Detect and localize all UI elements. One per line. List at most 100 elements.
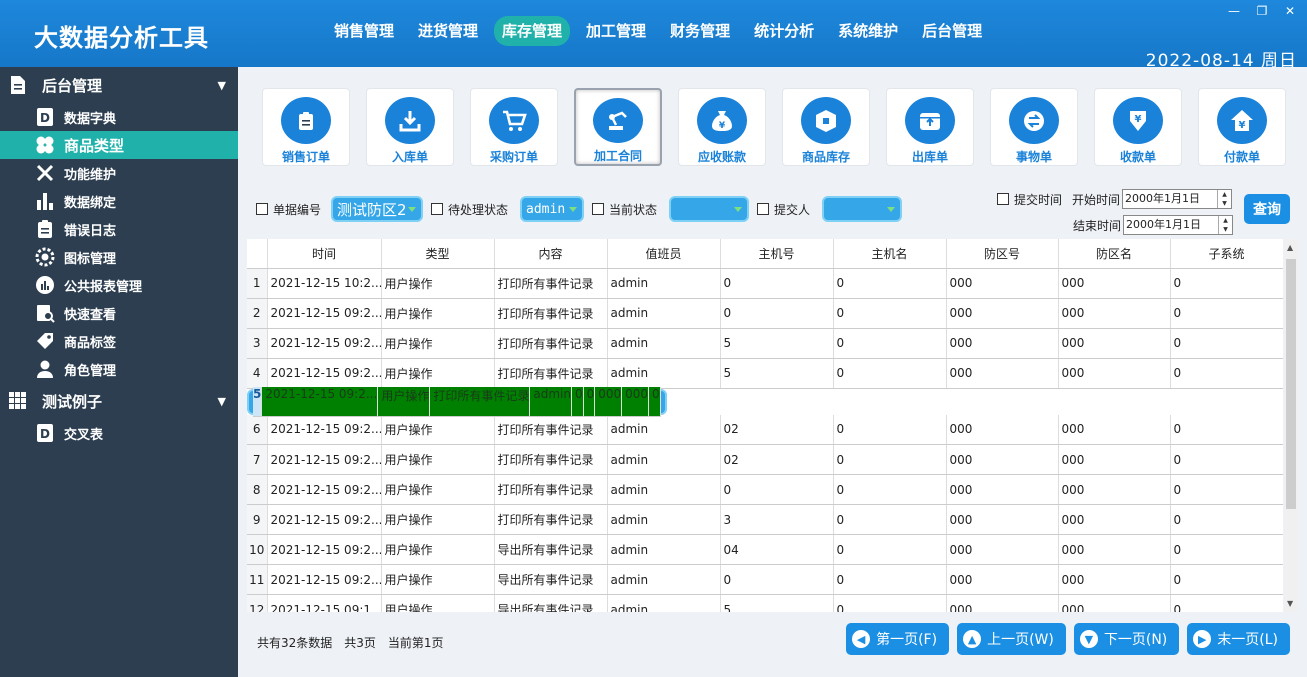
table-row[interactable]: 5 2021-12-15 09:2... 用户操作 打印所有事件记录 admin 0 0 00… (247, 386, 667, 417)
toolbar-button[interactable]: 销售订单 (262, 88, 350, 166)
tab-4[interactable]: 财务管理 (662, 16, 738, 46)
table-cell: 2021-12-15 09:2... (267, 504, 382, 535)
column-header[interactable]: 防区号 (946, 239, 1059, 269)
first-page-button[interactable]: ◀ 第一页(F) (846, 623, 950, 655)
tab-0[interactable]: 销售管理 (326, 16, 402, 46)
column-header[interactable]: 内容 (494, 239, 608, 269)
report-icon (34, 274, 56, 296)
spinner-icon[interactable]: ▲ ▼ (1217, 190, 1231, 208)
toolbar-button[interactable]: 采购订单 (470, 88, 558, 166)
table-row[interactable]: 10 2021-12-15 09:2... 用户操作 导出所有事件记录 admin 04 0… (247, 534, 1283, 565)
sidebar-item[interactable]: 公共报表管理 (0, 271, 238, 299)
toolbar-button[interactable]: ¥ 付款单 (1198, 88, 1286, 166)
restore-icon[interactable]: ❐ (1255, 4, 1269, 18)
last-page-button[interactable]: ▶ 末一页(L) (1187, 623, 1290, 655)
current-status-checkbox[interactable]: 当前状态 (592, 201, 657, 218)
toolbar-button[interactable]: 商品库存 (782, 88, 870, 166)
column-header[interactable]: 主机号 (720, 239, 834, 269)
doc-no-select[interactable]: 测试防区2 (331, 196, 424, 222)
quick-view-icon (34, 302, 56, 324)
tools-icon (34, 162, 56, 184)
scroll-down-icon[interactable]: ▼ (1287, 599, 1293, 608)
column-header[interactable]: 主机名 (833, 239, 947, 269)
caret-down-icon[interactable]: ▼ (218, 79, 226, 92)
sidebar-group[interactable]: 后台管理 ▼ (0, 67, 238, 103)
next-page-button[interactable]: ▼ 下一页(N) (1073, 623, 1180, 655)
table-cell: 0 (1170, 594, 1283, 612)
table-row[interactable]: 12 2021-12-15 09:1... 用户操作 导出所有事件记录 admin 5 0 0… (247, 594, 1283, 612)
submitter-select[interactable] (822, 196, 903, 222)
table-row[interactable]: 8 2021-12-15 09:2... 用户操作 打印所有事件记录 admin 0 0 00… (247, 474, 1283, 505)
tab-2[interactable]: 库存管理 (494, 16, 571, 46)
pending-checkbox[interactable]: 待处理状态 (431, 201, 508, 218)
submit-time-checkbox[interactable]: 提交时间 (997, 191, 1062, 208)
doc-no-checkbox[interactable]: 单据编号 (256, 201, 321, 218)
table-row[interactable]: 9 2021-12-15 09:2... 用户操作 打印所有事件记录 admin 3 0 00… (247, 504, 1283, 535)
toolbar-button[interactable]: 加工合同 (574, 88, 662, 166)
table-cell: 5 (720, 328, 834, 359)
vertical-scrollbar[interactable]: ▲ ▼ (1284, 239, 1298, 612)
sidebar-item[interactable]: 快速查看 (0, 299, 238, 327)
chevron-down-icon (887, 207, 896, 212)
toolbar-button-label: 采购订单 (489, 150, 538, 164)
table-row[interactable]: 1 2021-12-15 10:2... 用户操作 打印所有事件记录 admin 0 0 00… (247, 268, 1283, 299)
dictionary-icon: D (34, 106, 56, 128)
minimize-icon[interactable]: — (1227, 4, 1241, 18)
sidebar-group[interactable]: 测试例子 ▼ (0, 383, 238, 419)
tab-6[interactable]: 系统维护 (830, 16, 906, 46)
table-row[interactable]: 3 2021-12-15 09:2... 用户操作 打印所有事件记录 admin 5 0 00… (247, 328, 1283, 359)
table-row[interactable]: 11 2021-12-15 09:2... 用户操作 导出所有事件记录 admin 0 0 0… (247, 564, 1283, 595)
doc-no-value: 测试防区2 (337, 200, 407, 219)
column-header[interactable]: 防区名 (1058, 239, 1171, 269)
scroll-up-icon[interactable]: ▲ (1287, 243, 1293, 252)
prev-page-button[interactable]: ▲ 上一页(W) (957, 623, 1066, 655)
toolbar-button[interactable]: ¥ 应收账款 (678, 88, 766, 166)
sidebar-item[interactable]: D 交叉表 (0, 419, 238, 447)
current-status-select[interactable] (669, 196, 750, 222)
end-date-picker[interactable]: 2000年1月1日 ▲ ▼ (1123, 215, 1234, 235)
table-cell: 0 (1170, 298, 1283, 329)
toolbar-button[interactable]: ¥ 收款单 (1094, 88, 1182, 166)
table-cell: 0 (833, 594, 947, 612)
submit-time-label: 提交时间 (1014, 192, 1063, 207)
table-cell: 打印所有事件记录 (494, 328, 608, 359)
sidebar-item[interactable]: 错误日志 (0, 215, 238, 243)
column-header[interactable]: 类型 (381, 239, 495, 269)
tab-1[interactable]: 进货管理 (410, 16, 486, 46)
toolbar-button[interactable]: 出库单 (886, 88, 974, 166)
clipboard-icon (281, 97, 331, 144)
sidebar-item[interactable]: 商品类型 (0, 131, 238, 159)
sidebar-item[interactable]: 角色管理 (0, 355, 238, 383)
column-header[interactable] (247, 239, 268, 269)
caret-down-icon[interactable]: ▼ (218, 395, 226, 408)
table-row[interactable]: 6 2021-12-15 09:2... 用户操作 打印所有事件记录 admin 02 0 0… (247, 414, 1283, 445)
sidebar-item[interactable]: 图标管理 (0, 243, 238, 271)
sidebar-item[interactable]: D 数据字典 (0, 103, 238, 131)
tab-7[interactable]: 后台管理 (914, 16, 990, 46)
scroll-thumb[interactable] (1286, 259, 1296, 509)
table-cell: 0 (1170, 414, 1283, 445)
sidebar-item[interactable]: 数据绑定 (0, 187, 238, 215)
submitter-checkbox[interactable]: 提交人 (757, 201, 810, 218)
spinner-icon[interactable]: ▲ ▼ (1218, 216, 1232, 234)
table-row[interactable]: 4 2021-12-15 09:2... 用户操作 打印所有事件记录 admin 5 0 00… (247, 358, 1283, 389)
pending-select[interactable]: admin (520, 196, 585, 222)
start-date-picker[interactable]: 2000年1月1日 ▲ ▼ (1122, 189, 1233, 209)
column-header[interactable]: 时间 (267, 239, 382, 269)
close-icon[interactable]: ✕ (1283, 4, 1297, 18)
table-row[interactable]: 7 2021-12-15 09:2... 用户操作 打印所有事件记录 admin 02 0 0… (247, 444, 1283, 475)
row-number: 10 (247, 534, 268, 565)
table-cell: 0 (833, 298, 947, 329)
toolbar-button[interactable]: 事物单 (990, 88, 1078, 166)
column-header[interactable]: 值班员 (607, 239, 721, 269)
tab-3[interactable]: 加工管理 (578, 16, 654, 46)
tab-5[interactable]: 统计分析 (746, 16, 822, 46)
table-row[interactable]: 2 2021-12-15 09:2... 用户操作 打印所有事件记录 admin 0 0 00… (247, 298, 1283, 329)
sidebar-item[interactable]: 功能维护 (0, 159, 238, 187)
last-page-label: 末一页(L) (1217, 632, 1278, 648)
query-button[interactable]: 查询 (1244, 194, 1290, 224)
sidebar-item[interactable]: 商品标签 (0, 327, 238, 355)
column-header[interactable]: 子系统 (1170, 239, 1283, 269)
toolbar-button[interactable]: 入库单 (366, 88, 454, 166)
arrow-down-icon: ▼ (1079, 630, 1098, 648)
